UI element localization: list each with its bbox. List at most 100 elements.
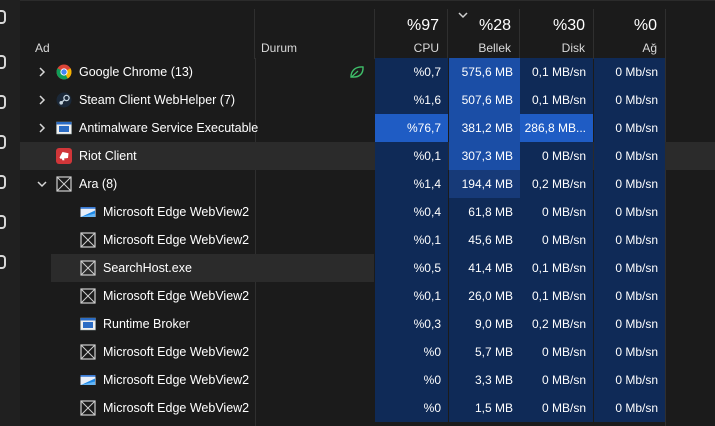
efficiency-leaf-icon — [349, 65, 365, 79]
services-icon[interactable] — [0, 255, 6, 269]
process-name: Runtime Broker — [103, 317, 190, 331]
runtime-broker-icon — [80, 316, 96, 332]
generic-app-icon — [80, 400, 96, 416]
disk-cell: 0 MB/sn — [520, 226, 593, 254]
table-row[interactable]: Microsoft Edge WebView2 %0 3,3 MB 0 MB/sn 0 … — [20, 366, 715, 394]
network-cell-value: 0 Mb/sn — [615, 177, 658, 191]
cpu-cell-value: %0 — [423, 345, 441, 359]
table-row[interactable]: Antimalware Service Executable %76,7 381,2… — [20, 114, 715, 142]
network-cell: 0 Mb/sn — [594, 254, 665, 282]
disk-cell: 0,2 MB/sn — [520, 310, 593, 338]
startup-apps-icon[interactable] — [0, 135, 6, 149]
column-header-memory[interactable]: %28 Bellek — [448, 9, 520, 59]
network-cell-value: 0 Mb/sn — [615, 317, 658, 331]
performance-icon[interactable] — [0, 55, 6, 69]
disk-cell-value: 0,1 MB/sn — [531, 261, 586, 275]
process-name: Steam Client WebHelper (7) — [79, 93, 236, 107]
table-row[interactable]: Google Chrome (13) %0,7 575,6 MB 0,1 MB/sn 0… — [20, 58, 715, 86]
memory-cell-value: 307,3 MB — [461, 149, 513, 163]
column-header-network[interactable]: %0 Ağ — [594, 9, 666, 59]
table-row[interactable]: Runtime Broker %0,3 9,0 MB 0,2 MB/sn 0 Mb/sn — [20, 310, 715, 338]
cpu-cell-value: %76,7 — [406, 121, 441, 135]
memory-cell: 41,4 MB — [449, 254, 520, 282]
process-name: SearchHost.exe — [103, 261, 192, 275]
disk-cell-value: 286,8 MB... — [524, 121, 586, 135]
cpu-cell: %0,5 — [375, 254, 448, 282]
row-selection-highlight — [51, 254, 374, 282]
cpu-cell-value: %1,4 — [413, 177, 441, 191]
table-row[interactable]: Ara (8) %1,4 194,4 MB 0,2 MB/sn 0 Mb/sn — [20, 170, 715, 198]
column-header-disk[interactable]: %30 Disk — [520, 9, 594, 59]
table-row[interactable]: SearchHost.exe %0,5 41,4 MB 0,1 MB/sn 0 Mb/s… — [20, 254, 715, 282]
app-history-icon[interactable] — [0, 95, 6, 109]
disk-cell: 0,1 MB/sn — [520, 254, 593, 282]
table-row[interactable]: Microsoft Edge WebView2 %0,4 61,8 MB 0 MB/s… — [20, 198, 715, 226]
cpu-cell-value: %0,1 — [413, 233, 441, 247]
cpu-cell: %0,4 — [375, 198, 448, 226]
generic-app-icon — [80, 288, 96, 304]
cpu-cell-value: %0,7 — [413, 65, 441, 79]
antimalware-icon — [56, 120, 72, 136]
column-name-label: Ad — [35, 41, 50, 55]
disk-cell-value: 0 MB/sn — [541, 401, 586, 415]
disk-cell: 0,1 MB/sn — [520, 282, 593, 310]
cpu-cell-value: %0,4 — [413, 205, 441, 219]
disk-cell-value: 0,1 MB/sn — [531, 65, 586, 79]
network-cell: 0 Mb/sn — [594, 114, 665, 142]
process-name: Microsoft Edge WebView2 — [103, 373, 250, 387]
chrome-icon — [56, 64, 72, 80]
cpu-cell: %0,7 — [375, 58, 448, 86]
memory-cell-value: 9,0 MB — [474, 317, 513, 331]
users-icon[interactable] — [0, 175, 6, 189]
cpu-cell-value: %0 — [423, 401, 441, 415]
network-cell-value: 0 Mb/sn — [615, 121, 658, 135]
network-cell: 0 Mb/sn — [594, 394, 665, 422]
disk-cell: 0 MB/sn — [520, 366, 593, 394]
disk-cell: 0,1 MB/sn — [520, 58, 593, 86]
table-row[interactable]: Microsoft Edge WebView2 %0,1 45,6 MB 0 MB/s… — [20, 226, 715, 254]
network-cell-value: 0 Mb/sn — [615, 149, 658, 163]
disk-cell: 0,2 MB/sn — [520, 170, 593, 198]
column-header-status[interactable]: Durum — [255, 9, 375, 59]
network-cell-value: 0 Mb/sn — [615, 289, 658, 303]
webview-icon — [80, 372, 96, 388]
chevron-down-icon[interactable] — [36, 177, 48, 191]
network-cell: 0 Mb/sn — [594, 86, 665, 114]
memory-cell: 3,3 MB — [449, 366, 520, 394]
generic-app-icon — [80, 232, 96, 248]
memory-cell: 307,3 MB — [449, 142, 520, 170]
sidebar-nav — [0, 0, 20, 426]
network-cell-value: 0 Mb/sn — [615, 65, 658, 79]
cpu-cell-value: %0 — [423, 373, 441, 387]
table-row[interactable]: Riot Client %0,1 307,3 MB 0 MB/sn 0 Mb/sn — [20, 142, 715, 170]
chevron-right-icon[interactable] — [36, 93, 48, 107]
table-row[interactable]: Microsoft Edge WebView2 %0 1,5 MB 0 MB/sn 0 … — [20, 394, 715, 422]
disk-cell-value: 0 MB/sn — [541, 233, 586, 247]
cpu-label: CPU — [413, 41, 439, 55]
cpu-cell: %0,1 — [375, 142, 448, 170]
process-table: Ad Durum %97 CPU %28 Bellek %30 Disk %0 … — [20, 0, 715, 426]
table-row[interactable]: Microsoft Edge WebView2 %0 5,7 MB 0 MB/sn 0 … — [20, 338, 715, 366]
table-row[interactable]: Steam Client WebHelper (7) %1,6 507,6 MB 0,… — [20, 86, 715, 114]
disk-cell-value: 0 MB/sn — [541, 149, 586, 163]
disk-cell: 0 MB/sn — [520, 198, 593, 226]
process-name: Microsoft Edge WebView2 — [103, 289, 250, 303]
memory-cell: 507,6 MB — [449, 86, 520, 114]
memory-cell-value: 26,0 MB — [468, 289, 513, 303]
cpu-cell-value: %0,5 — [413, 261, 441, 275]
memory-cell-value: 575,6 MB — [461, 65, 513, 79]
column-header-name[interactable]: Ad — [20, 9, 255, 59]
memory-cell: 45,6 MB — [449, 226, 520, 254]
column-status-label: Durum — [261, 41, 298, 55]
column-header-cpu[interactable]: %97 CPU — [375, 9, 448, 59]
memory-cell-value: 1,5 MB — [474, 401, 513, 415]
chevron-right-icon[interactable] — [36, 65, 48, 79]
disk-cell-value: 0 MB/sn — [541, 345, 586, 359]
network-total-percent: %0 — [633, 17, 657, 34]
details-icon[interactable] — [0, 215, 6, 229]
generic-app-icon — [56, 176, 72, 192]
disk-cell-value: 0,1 MB/sn — [531, 93, 586, 107]
processes-icon[interactable] — [0, 10, 6, 24]
chevron-right-icon[interactable] — [36, 121, 48, 135]
table-row[interactable]: Microsoft Edge WebView2 %0,1 26,0 MB 0,1 MB… — [20, 282, 715, 310]
